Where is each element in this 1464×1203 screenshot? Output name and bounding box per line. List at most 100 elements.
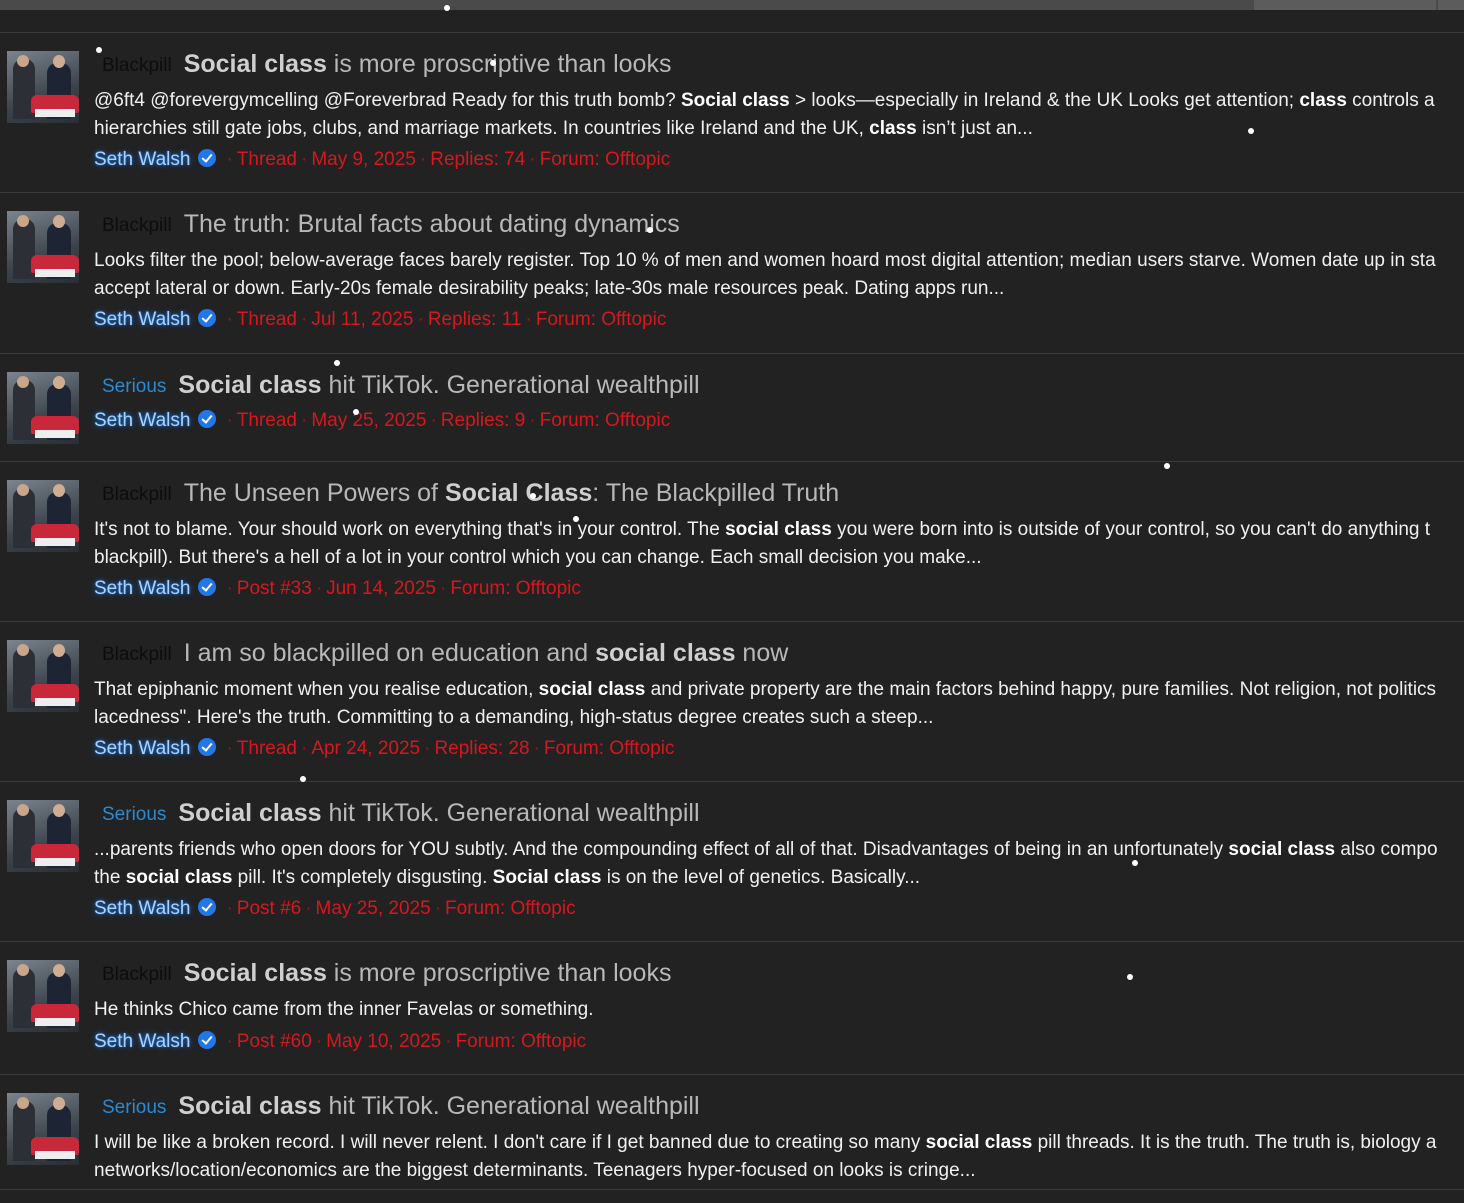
avatar[interactable] <box>7 480 79 552</box>
avatar-photo-shape <box>17 644 29 656</box>
title-text: is more proscriptive than looks <box>326 959 672 987</box>
scrollbar-thumb-end[interactable] <box>1438 0 1464 10</box>
avatar-photo-shape <box>17 55 29 67</box>
screen-speckle <box>647 227 653 233</box>
author-link[interactable]: Seth Walsh <box>94 410 190 431</box>
author-link[interactable]: Seth Walsh <box>94 578 190 599</box>
screen-speckle <box>573 516 579 522</box>
thread-prefix-label[interactable]: Serious <box>102 800 166 830</box>
avatar-photo-shape <box>53 484 65 497</box>
forum-link[interactable]: Forum: Offtopic <box>540 410 671 431</box>
forum-link[interactable]: Forum: Offtopic <box>544 738 675 759</box>
snippet-text: Looks filter the pool; below-average fac… <box>94 250 1436 271</box>
meta-separator: · <box>439 578 447 599</box>
snippet-text: also compo <box>1335 839 1438 860</box>
snippet-highlight: class <box>1299 90 1347 111</box>
result-title[interactable]: Blackpill The Unseen Powers of Social Cla… <box>94 478 839 510</box>
snippet-text: the <box>94 867 126 888</box>
result-body: Serious Social class hit TikTok. Generati… <box>94 1075 1464 1190</box>
thread-prefix-label[interactable]: Blackpill <box>102 960 172 990</box>
screen-speckle <box>530 493 536 499</box>
result-title[interactable]: Blackpill The truth: Brutal facts about d… <box>94 209 680 241</box>
avatar-photo-shape <box>53 376 65 389</box>
meta-separator: · <box>300 149 308 170</box>
avatar[interactable] <box>7 211 79 283</box>
snippet-text: @6ft4 @forevergymcelling @Foreverbrad Re… <box>94 90 681 111</box>
avatar-photo-shape <box>35 1018 75 1026</box>
thread-prefix-label[interactable]: Blackpill <box>102 640 172 670</box>
meta-separator: · <box>529 149 536 170</box>
meta-item[interactable]: Post #60 <box>237 1031 312 1052</box>
thread-prefix-label[interactable]: Blackpill <box>102 211 172 241</box>
snippet-highlight: class <box>869 118 917 139</box>
avatar-photo-shape <box>17 964 29 976</box>
result-snippet-line: It's not to blame. Your should work on e… <box>94 516 1464 544</box>
title-text: : The Blackpilled Truth <box>592 479 840 507</box>
forum-link[interactable]: Forum: Offtopic <box>536 309 667 330</box>
result-snippet-line: I will be like a broken record. I will n… <box>94 1129 1464 1157</box>
avatar-photo-shape <box>53 1097 65 1110</box>
result-title[interactable]: Blackpill Social class is more proscripti… <box>94 49 671 81</box>
meta-item[interactable]: Thread <box>237 410 297 431</box>
meta-separator: · <box>533 738 540 759</box>
meta-separator: · <box>434 898 442 919</box>
meta-item[interactable]: Thread <box>237 149 297 170</box>
result-title[interactable]: Blackpill Social class is more proscripti… <box>94 958 671 990</box>
result-title[interactable]: Serious Social class hit TikTok. Generati… <box>94 798 700 830</box>
author-link[interactable]: Seth Walsh <box>94 1031 190 1052</box>
snippet-text: That epiphanic moment when you realise e… <box>94 679 539 700</box>
meta-item[interactable]: Post #6 <box>237 898 301 919</box>
verified-badge-icon <box>198 309 217 327</box>
author-link[interactable]: Seth Walsh <box>94 898 190 919</box>
thread-prefix-label[interactable]: Serious <box>102 1093 166 1123</box>
snippet-highlight: social class <box>925 1132 1033 1153</box>
result-snippet-line: networks/location/economics are the bigg… <box>94 1157 1464 1185</box>
screen-speckle <box>300 776 306 782</box>
meta-item[interactable]: Thread <box>237 309 297 330</box>
scrollbar-thumb[interactable] <box>1254 0 1436 10</box>
result-meta: Seth Walsh · Thread · Apr 24, 2025 · Replies: … <box>94 736 674 762</box>
meta-item[interactable]: Post #33 <box>237 578 312 599</box>
avatar[interactable] <box>7 1093 79 1165</box>
author-link[interactable]: Seth Walsh <box>94 149 190 170</box>
result-title[interactable]: Serious Social class hit TikTok. Generati… <box>94 370 700 402</box>
meta-separator: · <box>430 410 437 431</box>
meta-separator: · <box>445 1031 452 1052</box>
avatar-photo-shape <box>35 698 75 706</box>
screen-speckle <box>1132 860 1138 866</box>
thread-prefix-label[interactable]: Blackpill <box>102 480 172 510</box>
result-meta: Seth Walsh · Post #6 · May 25, 2025 · Forum: O… <box>94 896 576 922</box>
result-meta: Seth Walsh · Thread · Jul 11, 2025 · Replies: … <box>94 307 666 333</box>
forum-link[interactable]: Forum: Offtopic <box>450 578 581 599</box>
search-result-row: Blackpill The Unseen Powers of Social Cla… <box>0 462 1464 622</box>
forum-link[interactable]: Forum: Offtopic <box>445 898 576 919</box>
meta-item: Replies: 74 <box>430 149 526 170</box>
meta-separator: · <box>419 149 427 170</box>
snippet-highlight: Social class <box>680 90 790 111</box>
search-result-row: Blackpill I am so blackpilled on educatio… <box>0 622 1464 782</box>
result-meta: Seth Walsh · Thread · May 25, 2025 · Replies: … <box>94 408 670 434</box>
meta-separator: · <box>315 578 323 599</box>
avatar[interactable] <box>7 640 79 712</box>
snippet-text: is on the level of genetics. Basically..… <box>601 867 921 888</box>
avatar[interactable] <box>7 960 79 1032</box>
avatar[interactable] <box>7 800 79 872</box>
search-result-row: Blackpill Social class is more proscripti… <box>0 33 1464 193</box>
author-link[interactable]: Seth Walsh <box>94 309 190 330</box>
top-scrollbar[interactable] <box>0 0 1464 10</box>
forum-link[interactable]: Forum: Offtopic <box>456 1031 587 1052</box>
result-title[interactable]: Serious Social class hit TikTok. Generati… <box>94 1091 700 1123</box>
meta-item[interactable]: Thread <box>237 738 297 759</box>
avatar[interactable] <box>7 51 79 123</box>
thread-prefix-label[interactable]: Blackpill <box>102 51 172 81</box>
search-result-row: Serious Social class hit TikTok. Generati… <box>0 782 1464 942</box>
forum-link[interactable]: Forum: Offtopic <box>540 149 671 170</box>
snippet-text: isn’t just an... <box>916 118 1033 139</box>
screen-speckle <box>1164 463 1170 469</box>
author-link[interactable]: Seth Walsh <box>94 738 190 759</box>
avatar[interactable] <box>7 372 79 444</box>
result-body: Blackpill The Unseen Powers of Social Cla… <box>94 462 1464 622</box>
result-title[interactable]: Blackpill I am so blackpilled on educatio… <box>94 638 788 670</box>
thread-prefix-label[interactable]: Serious <box>102 372 166 402</box>
result-body: Blackpill Social class is more proscripti… <box>94 33 1464 193</box>
